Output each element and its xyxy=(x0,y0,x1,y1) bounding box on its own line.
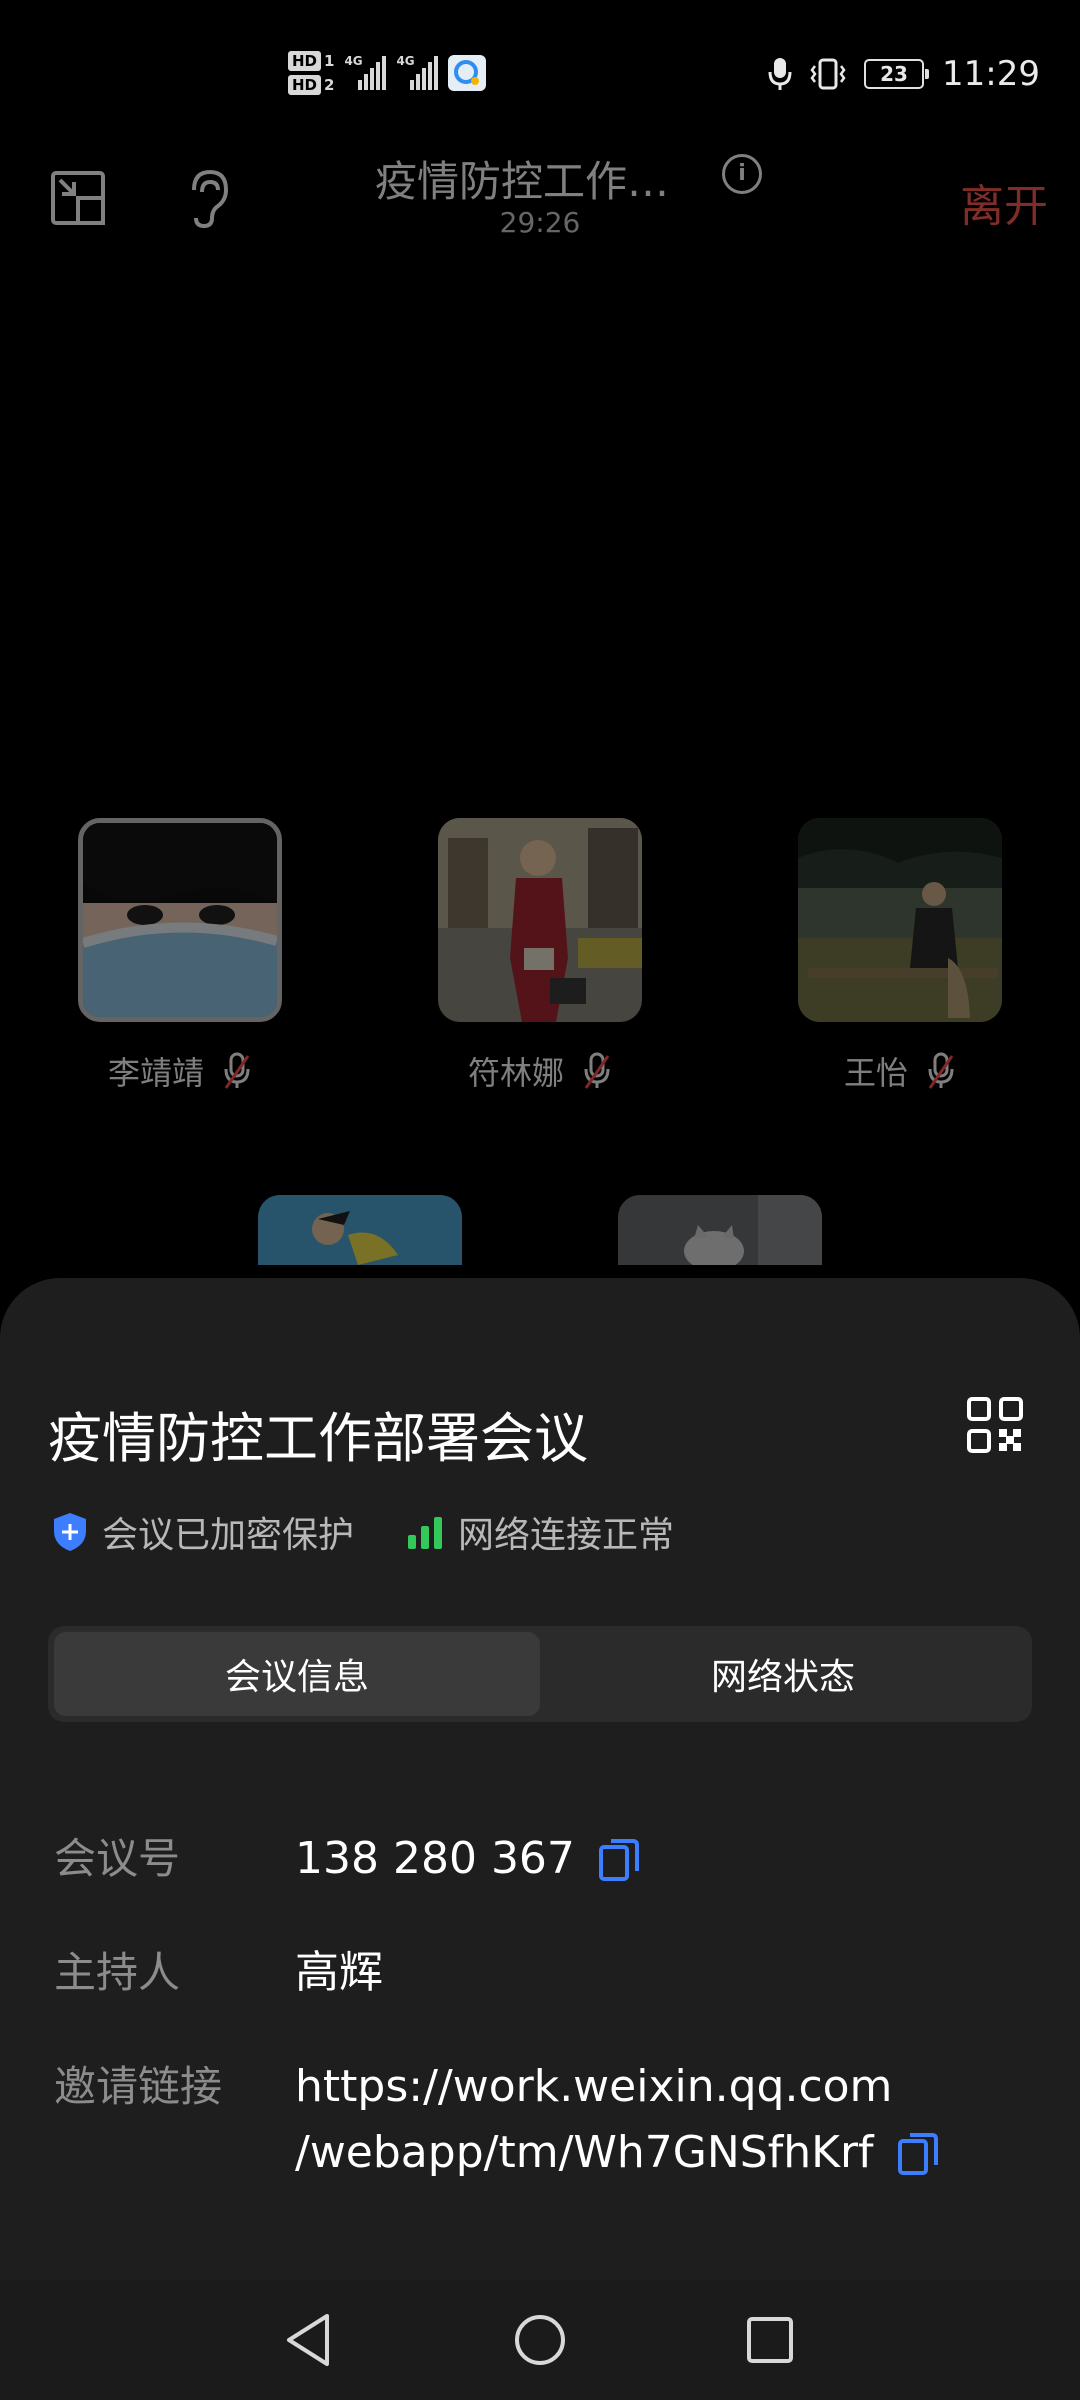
mic-muted-icon xyxy=(928,1052,954,1089)
avatar-image-woman-street xyxy=(438,818,642,1022)
tab-network-status[interactable]: 网络状态 xyxy=(540,1632,1026,1716)
avatar xyxy=(798,818,1002,1022)
screen: HD 1 HD 2 4G 4G 23 11:29 疫情防控工作部 i 29:26… xyxy=(0,0,1080,2400)
participant-tile[interactable]: 符林娜 xyxy=(438,818,642,1094)
network-type-1: 4G xyxy=(344,54,363,68)
participant-name: 王怡 xyxy=(843,1054,908,1092)
qr-code-button[interactable] xyxy=(966,1396,1024,1454)
back-button[interactable] xyxy=(278,2310,338,2370)
vibrate-icon xyxy=(810,58,846,90)
invite-link-value[interactable]: https://work.weixin.qq.com /webapp/tm/Wh… xyxy=(295,2054,938,2186)
participant-name-row: 王怡 xyxy=(798,1048,1002,1094)
encryption-label: 会议已加密保护 xyxy=(102,1515,355,1556)
volte-indicators: HD 1 HD 2 xyxy=(288,51,334,95)
hd-badge-2: HD xyxy=(288,75,322,95)
meeting-id-value-wrap: 138 280 367 xyxy=(295,1826,639,1892)
home-circle-icon xyxy=(515,2315,565,2365)
avatar xyxy=(438,818,642,1022)
wecom-meeting-notification-icon xyxy=(448,55,487,91)
participant-avatar-partial[interactable] xyxy=(618,1195,822,1265)
status-badges: 会议已加密保护 网络连接正常 xyxy=(52,1506,674,1558)
sim2-number: 2 xyxy=(324,76,335,94)
sheet-title: 疫情防控工作部署会议 xyxy=(48,1407,588,1470)
status-right: 23 11:29 xyxy=(768,54,1040,94)
qr-code-icon xyxy=(967,1397,1023,1453)
meeting-id-value: 138 280 367 xyxy=(295,1833,575,1884)
mic-muted-icon xyxy=(224,1052,250,1089)
invite-link-label: 邀请链接 xyxy=(54,2062,223,2111)
shield-icon xyxy=(54,1513,86,1551)
meeting-timer: 29:26 xyxy=(499,206,581,239)
recents-square-icon xyxy=(747,2317,793,2363)
avatar-image-person-on-bench xyxy=(798,818,1002,1022)
host-label: 主持人 xyxy=(54,1948,181,1997)
participant-name: 李靖靖 xyxy=(107,1054,204,1092)
signal-bars-icon xyxy=(408,1517,443,1549)
meeting-title-text: 疫情防控工作部署会议 xyxy=(375,157,705,206)
info-tabs: 会议信息 网络状态 xyxy=(48,1626,1032,1722)
mic-muted-icon xyxy=(584,1052,610,1089)
participant-avatar-partial[interactable] xyxy=(258,1195,462,1265)
status-left: HD 1 HD 2 4G 4G xyxy=(288,46,487,100)
tab-meeting-info[interactable]: 会议信息 xyxy=(54,1632,540,1716)
participant-name-row: 符林娜 xyxy=(438,1048,642,1094)
leave-button[interactable]: 离开 xyxy=(960,170,1048,234)
participant-name: 符林娜 xyxy=(467,1054,564,1092)
invite-link-row: 邀请链接 https://work.weixin.qq.com /webapp/… xyxy=(54,2054,938,2186)
participant-name-row: 李靖靖 xyxy=(78,1048,282,1094)
meeting-info-icon[interactable]: i xyxy=(722,154,762,194)
invite-link-line-1: https://work.weixin.qq.com xyxy=(295,2061,893,2112)
invite-link-line-2: /webapp/tm/Wh7GNSfhKrf xyxy=(295,2127,874,2178)
signal-2-icon: 4G xyxy=(396,54,439,90)
network-type-2: 4G xyxy=(396,54,415,68)
avatar-image-cat xyxy=(618,1195,822,1265)
copy-icon[interactable] xyxy=(598,1839,639,1883)
sim1-number: 1 xyxy=(324,52,335,70)
avatar-image-baby xyxy=(258,1195,462,1265)
back-triangle-icon xyxy=(287,2314,329,2366)
meeting-info-sheet: 疫情防控工作部署会议 会议已加密保护 网络连接正常 会议信息 网络状态 会议号 … xyxy=(0,1278,1080,2280)
avatar-image-masked-child xyxy=(83,823,277,1017)
battery-level: 23 xyxy=(880,62,908,86)
navigation-bar xyxy=(0,2280,1080,2400)
copy-icon[interactable] xyxy=(897,2133,938,2177)
battery-icon: 23 xyxy=(864,59,930,89)
clock: 11:29 xyxy=(942,54,1040,94)
meeting-id-label: 会议号 xyxy=(54,1834,181,1883)
home-button[interactable] xyxy=(510,2310,570,2370)
hd-badge-1: HD xyxy=(288,51,322,71)
network-badge: 网络连接正常 xyxy=(406,1506,674,1558)
host-value: 高辉 xyxy=(295,1947,383,1998)
network-label: 网络连接正常 xyxy=(458,1515,675,1556)
signal-1-icon: 4G xyxy=(344,54,387,90)
participant-tile[interactable]: 王怡 xyxy=(798,818,1002,1094)
microphone-icon xyxy=(768,58,792,90)
recents-button[interactable] xyxy=(740,2310,800,2370)
status-bar: HD 1 HD 2 4G 4G 23 11:29 xyxy=(0,0,1080,130)
host-row: 主持人 高辉 xyxy=(54,1940,383,2006)
meeting-id-row: 会议号 138 280 367 xyxy=(54,1826,639,1892)
participant-tile[interactable]: 李靖靖 xyxy=(78,818,282,1094)
meeting-title: 疫情防控工作部署会议 xyxy=(0,148,1080,209)
encryption-badge: 会议已加密保护 xyxy=(52,1506,354,1558)
avatar xyxy=(78,818,282,1022)
meeting-header: 疫情防控工作部署会议 i 29:26 离开 xyxy=(0,130,1080,260)
